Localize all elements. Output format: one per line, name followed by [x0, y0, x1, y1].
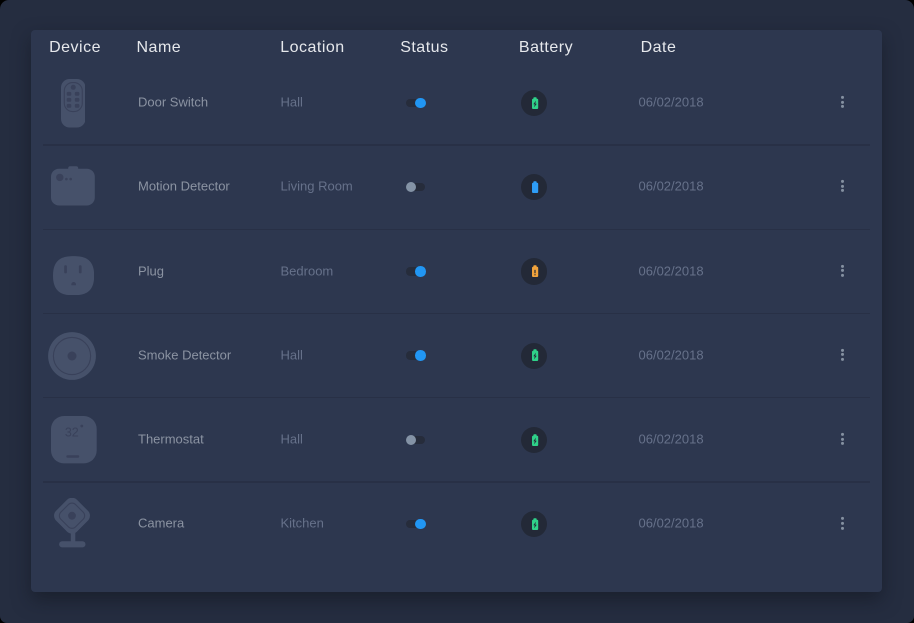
svg-text:32: 32 [65, 426, 79, 440]
